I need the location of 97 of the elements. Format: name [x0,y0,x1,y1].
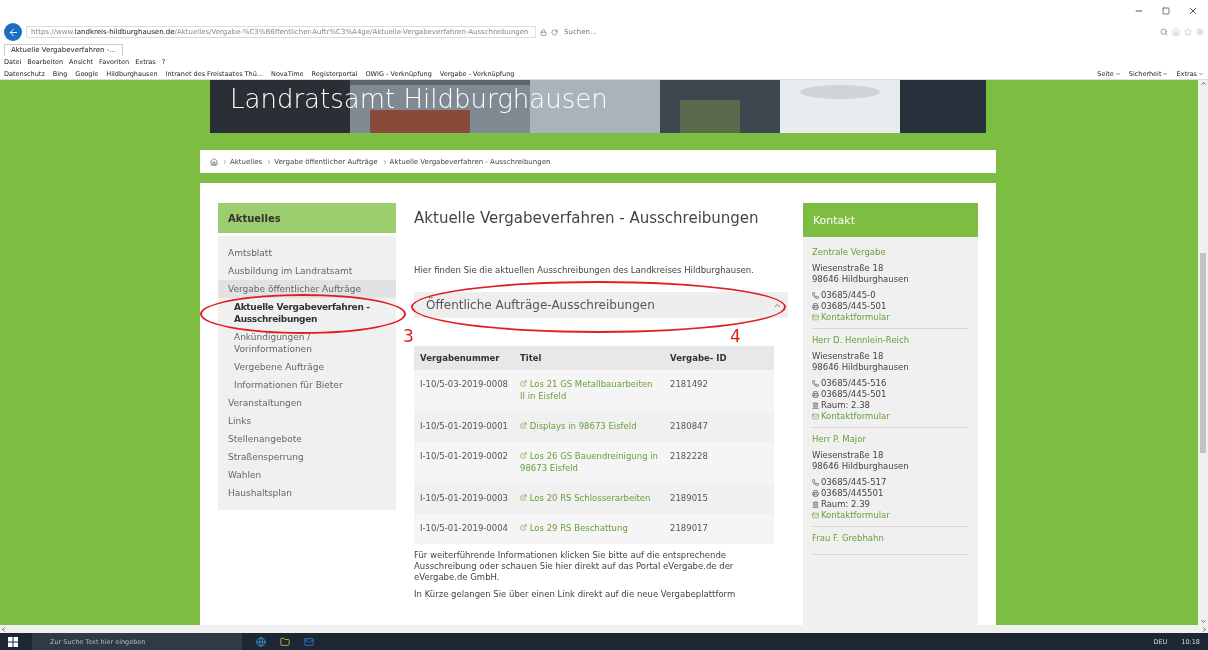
annotation-label: 3 [403,326,414,346]
browser-icon [256,636,266,647]
external-link-icon [520,380,528,387]
accordion-header[interactable]: Öffentliche Aufträge-Ausschreibungen [414,292,788,318]
home-icon [1172,28,1180,36]
sidebar-item[interactable]: Wahlen [218,466,397,484]
chevron-right-icon [266,158,273,165]
phone-number: 03685/445-517 [820,477,887,488]
info-paragraph: In Kürze gelangen Sie über einen Link direkt auf die neue Vergabeplattform [414,589,737,600]
envelope-icon [811,413,819,420]
fax-number: 03685/445501 [820,488,884,499]
horizontal-scrollbar[interactable] [0,625,1208,633]
city-text: 98646 Hildburghausen [811,461,910,472]
table-cell: I-10/5-03-2019-0008 [414,370,515,412]
scroll-down-icon [1199,618,1207,625]
contact-name: Herr P. Major [811,434,867,445]
sidebar-item[interactable]: Haushaltsplan [218,484,397,502]
banner-title: Landratsamt Hildburghausen [230,84,608,114]
search-icon [1160,28,1168,36]
mail-icon [304,636,314,647]
external-link-icon [520,494,528,501]
sidebar-item[interactable]: Informationen für Bieter [218,376,397,394]
caret-icon [1162,70,1169,77]
contact-name: Frau F. Grebhahn [811,533,885,544]
phone-icon [811,479,819,486]
column-header: Vergabe- ID [664,346,775,370]
sidebar-item[interactable]: Ausbildung im Landratsamt [218,262,397,280]
column-header: Titel [514,346,665,370]
room-text: Raum: 2.39 [820,499,871,510]
sidebar-item[interactable]: Amtsblatt [218,244,397,262]
maximize-icon [1162,7,1170,15]
caret-icon [1198,70,1204,77]
scroll-left-icon [0,625,7,633]
caret-icon [1114,70,1121,77]
folder-icon [280,636,290,647]
settings-icon [1196,28,1204,36]
sidebar-item[interactable]: Links [218,412,397,430]
table-cell: 2189015 [664,484,775,514]
vertical-scrollbar[interactable] [1198,80,1208,625]
lock-icon [540,28,547,36]
info-paragraph: Für weiterführende Informationen klicken Sie bitte auf die entsprechende Ausschreibung oder schauen Sie hier direkt auf das Portal eVergabe.de der eVergabe.de GmbH. [414,550,735,583]
fax-icon [811,303,819,310]
sidebar-item[interactable]: Vergebene Aufträge [218,358,397,376]
chevron-right-icon [222,158,228,165]
back-button[interactable] [4,23,22,41]
building-icon [811,402,819,409]
table-cell: I-10/5-01-2019-0004 [414,514,515,544]
scroll-up-icon [1199,80,1207,87]
windows-icon[interactable] [8,636,18,647]
city-text: 98646 Hildburghausen [811,362,910,373]
sidebar-item[interactable]: Veranstaltungen [218,394,397,412]
fax-icon [811,391,819,398]
fax-number: 03685/445-501 [820,389,887,400]
home-icon [210,157,218,166]
refresh-icon [551,28,558,36]
envelope-icon [811,512,819,519]
contact-name: Zentrale Vergabe [811,247,887,258]
external-link-icon [520,422,528,429]
table-cell: 2182228 [664,442,775,484]
sidebar-item[interactable]: Ankündigungen / Vorinformationen [218,328,397,358]
contact-header: Kontakt [802,203,978,237]
chevron-right-icon [381,158,388,165]
building-icon [811,501,819,508]
column-header: Vergabenummer [414,346,515,370]
fax-icon [811,490,819,497]
phone-icon [811,380,819,387]
phone-icon [811,292,819,299]
table-cell: 2181492 [664,370,775,412]
page-title: Aktuelle Vergabeverfahren - Ausschreibungen [414,209,760,227]
phone-number: 03685/445-516 [820,378,887,389]
fax-number: 03685/445-501 [820,301,887,312]
sidebar-item[interactable]: Vergabe öffentlicher Aufträge [218,280,397,298]
street-text: Wiesenstraße 18 [811,351,885,362]
envelope-icon [811,314,819,321]
star-icon [1184,28,1192,36]
table-cell: 2180847 [664,412,775,442]
sidebar-item[interactable]: Straßensperrung [218,448,397,466]
contact-name: Herr D. Hennlein-Reich [811,335,911,346]
street-text: Wiesenstraße 18 [811,263,885,274]
sidebar-item[interactable]: Aktuelle Vergabeverfahren - Ausschreibungen [218,298,397,328]
street-text: Wiesenstraße 18 [811,450,885,461]
city-text: 98646 Hildburghausen [811,274,910,285]
room-text: Raum: 2.38 [820,400,871,411]
scroll-right-icon [1201,625,1208,633]
back-arrow-icon [7,26,19,38]
annotation-label: 4 [730,326,741,346]
table-cell: 2189017 [664,514,775,544]
table-cell: I-10/5-01-2019-0001 [414,412,515,442]
external-link-icon [520,452,528,459]
close-icon [1188,6,1198,16]
table-cell: I-10/5-01-2019-0003 [414,484,515,514]
phone-number: 03685/445-0 [820,290,876,301]
sidebar-header: Aktuelles [218,203,397,233]
table-cell: I-10/5-01-2019-0002 [414,442,515,484]
intro-text: Hier finden Sie die aktuellen Ausschreibungen des Landkreises Hildburghausen. [414,265,755,276]
sidebar-item[interactable]: Stellenangebote [218,430,397,448]
external-link-icon [520,524,528,531]
